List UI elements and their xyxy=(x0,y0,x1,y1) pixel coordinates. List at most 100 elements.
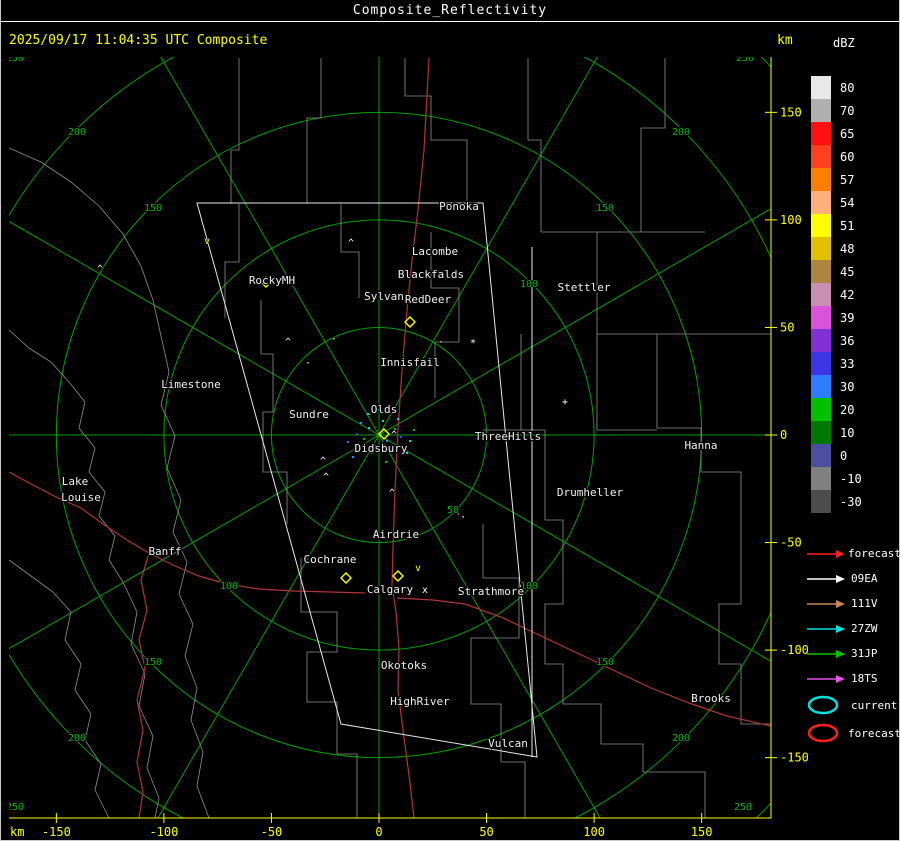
colorbar-entry: 30 xyxy=(811,375,900,398)
place-label: Hanna xyxy=(684,439,717,452)
ring-distance-label: 100 xyxy=(220,581,238,592)
bottom-axis-tick-label: 0 xyxy=(375,825,382,839)
colorbar-entry: 48 xyxy=(811,237,900,260)
colorbar-value: 48 xyxy=(840,241,855,256)
echo-speckle xyxy=(382,420,384,422)
legend-arrow-icon xyxy=(807,674,845,683)
radial-line xyxy=(378,57,598,436)
bottom-axis-tick-label: 50 xyxy=(479,825,493,839)
legend-ellipse-icon xyxy=(807,723,839,743)
legend-arrow-icon xyxy=(807,549,844,558)
ring-distance-label: 200 xyxy=(672,733,690,744)
bottom-axis-tick-label: 150 xyxy=(691,825,713,839)
colorbar-value: 10 xyxy=(840,425,855,440)
obs-marker: ^ xyxy=(320,456,326,467)
obs-marker: v xyxy=(204,236,210,247)
place-label: Airdrie xyxy=(373,528,419,541)
obs-marker: ^ xyxy=(285,337,291,348)
colorbar-entry: -30 xyxy=(811,490,900,513)
legend-item: 09EA xyxy=(806,566,900,591)
colorbar-value: 20 xyxy=(840,402,855,417)
legend-ellipse-icon xyxy=(807,695,839,715)
colorbar-entry: 33 xyxy=(811,352,900,375)
right-axis-tick-label: -150 xyxy=(780,751,809,765)
radial-line xyxy=(9,434,380,650)
county-boundary xyxy=(230,58,240,204)
obs-marker: ^ xyxy=(389,488,395,499)
county-boundary xyxy=(640,58,666,232)
place-label: HighRiver xyxy=(390,695,450,708)
county-boundary xyxy=(224,204,240,318)
place-label: Banff xyxy=(148,545,181,558)
echo-speckle xyxy=(363,438,365,440)
echo-speckle xyxy=(356,433,358,435)
echo-speckle xyxy=(413,429,415,431)
echo-speckle xyxy=(385,461,387,463)
place-label: ThreeHills xyxy=(475,430,541,443)
county-boundary xyxy=(544,519,706,818)
legend-item: 18TS xyxy=(806,666,900,691)
place-label: Louise xyxy=(61,491,101,504)
echo-speckle xyxy=(360,422,362,424)
legend-item-label: 111V xyxy=(851,597,878,610)
colorbar-entry: 10 xyxy=(811,421,900,444)
radar-window: Composite_Reflectivity 2025/09/17 11:04:… xyxy=(0,0,900,841)
county-boundary xyxy=(656,334,742,520)
radar-map-canvas[interactable]: ^v ^^ *···+^^^^··vx15020025010015020025050… xyxy=(1,0,900,841)
colorbar-value: 39 xyxy=(840,310,855,325)
obs-marker: · xyxy=(438,337,444,348)
county-boundary xyxy=(596,334,657,431)
county-boundary xyxy=(9,329,124,583)
colorbar-swatch xyxy=(811,352,831,375)
colorbar-swatch xyxy=(811,398,831,421)
colorbar-swatch xyxy=(811,467,831,490)
colorbar-entry: 65 xyxy=(811,122,900,145)
obs-marker: ^ xyxy=(97,264,103,275)
legend-item-label: 27ZW xyxy=(851,622,878,635)
colorbar-swatch xyxy=(811,444,831,467)
colorbar-entry: -10 xyxy=(811,467,900,490)
place-label: Sundre xyxy=(289,408,329,421)
place-label: Lake xyxy=(62,475,89,488)
bottom-axis-tick-label: -100 xyxy=(149,825,178,839)
obs-marker: x xyxy=(422,585,428,596)
legend-arrow-icon xyxy=(807,624,845,633)
bottom-axis-tick-label: 100 xyxy=(583,825,605,839)
radar-site-diamond xyxy=(340,572,352,584)
ring-distance-label: 150 xyxy=(144,203,162,214)
colorbar-entry: 45 xyxy=(811,260,900,283)
right-axis-tick-label: 0 xyxy=(780,428,787,442)
colorbar-title: dBZ xyxy=(833,36,855,50)
place-label: Lacombe xyxy=(412,245,458,258)
place-label: Sylvan xyxy=(364,290,404,303)
colorbar-value: 45 xyxy=(840,264,855,279)
ring-distance-label: 150 xyxy=(596,657,614,668)
radial-line xyxy=(378,434,601,818)
colorbar-entry: 0 xyxy=(811,444,900,467)
county-boundary xyxy=(9,147,210,818)
echo-speckle xyxy=(409,440,411,442)
county-boundary xyxy=(340,204,360,298)
colorbar-entry: 54 xyxy=(811,191,900,214)
ring-distance-label: 250 xyxy=(6,802,24,813)
place-label: Vulcan xyxy=(488,737,528,750)
place-label: RedDeer xyxy=(405,293,452,306)
obs-marker: + xyxy=(562,397,568,408)
echo-speckle xyxy=(367,413,369,415)
place-label: Innisfail xyxy=(380,356,440,369)
legend-item: 31JP xyxy=(806,641,900,666)
legend-item-label: forecast xyxy=(848,726,900,740)
legend-item-label: 09EA xyxy=(851,572,878,585)
obs-marker: ^ xyxy=(348,238,354,249)
obs-marker: ^ xyxy=(391,430,397,441)
echo-speckle xyxy=(352,456,354,458)
ring-distance-label: 250 xyxy=(6,53,24,64)
ring-distance-label: 50 xyxy=(447,505,459,516)
colorbar-entry: 42 xyxy=(811,283,900,306)
colorbar-entries: 80 70 65 60 57 54 51 48 45 42 39 36 33 30 20 10 0 -10 -30 xyxy=(811,76,900,513)
radial-line xyxy=(157,434,380,818)
colorbar-swatch xyxy=(811,306,831,329)
legend-item: 111V xyxy=(806,591,900,616)
place-label: Calgary xyxy=(367,583,414,596)
colorbar-entry: 51 xyxy=(811,214,900,237)
